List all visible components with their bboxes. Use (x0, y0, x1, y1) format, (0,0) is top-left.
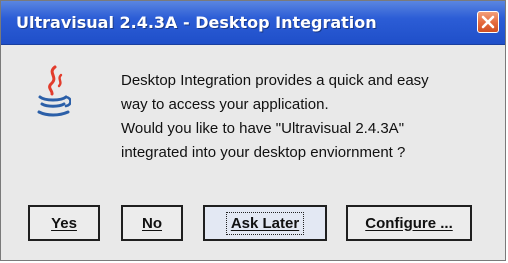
configure-button[interactable]: Configure ... (346, 205, 472, 241)
dialog-body: Desktop Integration provides a quick and… (1, 45, 505, 260)
ask-later-button[interactable]: Ask Later (203, 205, 327, 241)
no-button-label: No (142, 214, 162, 232)
configure-button-label: Configure ... (365, 214, 453, 232)
message-line: way to access your application. (121, 96, 329, 113)
ask-later-button-label: Ask Later (230, 214, 300, 232)
focus-ring: Ask Later (225, 211, 305, 235)
close-icon (481, 15, 495, 29)
dialog-window: Ultravisual 2.4.3A - Desktop Integration… (0, 0, 506, 261)
close-button[interactable] (477, 11, 499, 33)
yes-button[interactable]: Yes (28, 205, 100, 241)
no-button[interactable]: No (121, 205, 183, 241)
message-line: Desktop Integration provides a quick and… (121, 72, 429, 89)
yes-button-label: Yes (51, 214, 77, 232)
message-line: Would you like to have "Ultravisual 2.4.… (121, 120, 405, 137)
window-title: Ultravisual 2.4.3A - Desktop Integration (16, 13, 377, 32)
java-coffee-cup-icon (37, 65, 71, 117)
message-line: integrated into your desktop enviornment… (121, 144, 406, 161)
dialog-message: Desktop Integration provides a quick and… (121, 69, 429, 165)
title-bar[interactable]: Ultravisual 2.4.3A - Desktop Integration (1, 1, 505, 45)
